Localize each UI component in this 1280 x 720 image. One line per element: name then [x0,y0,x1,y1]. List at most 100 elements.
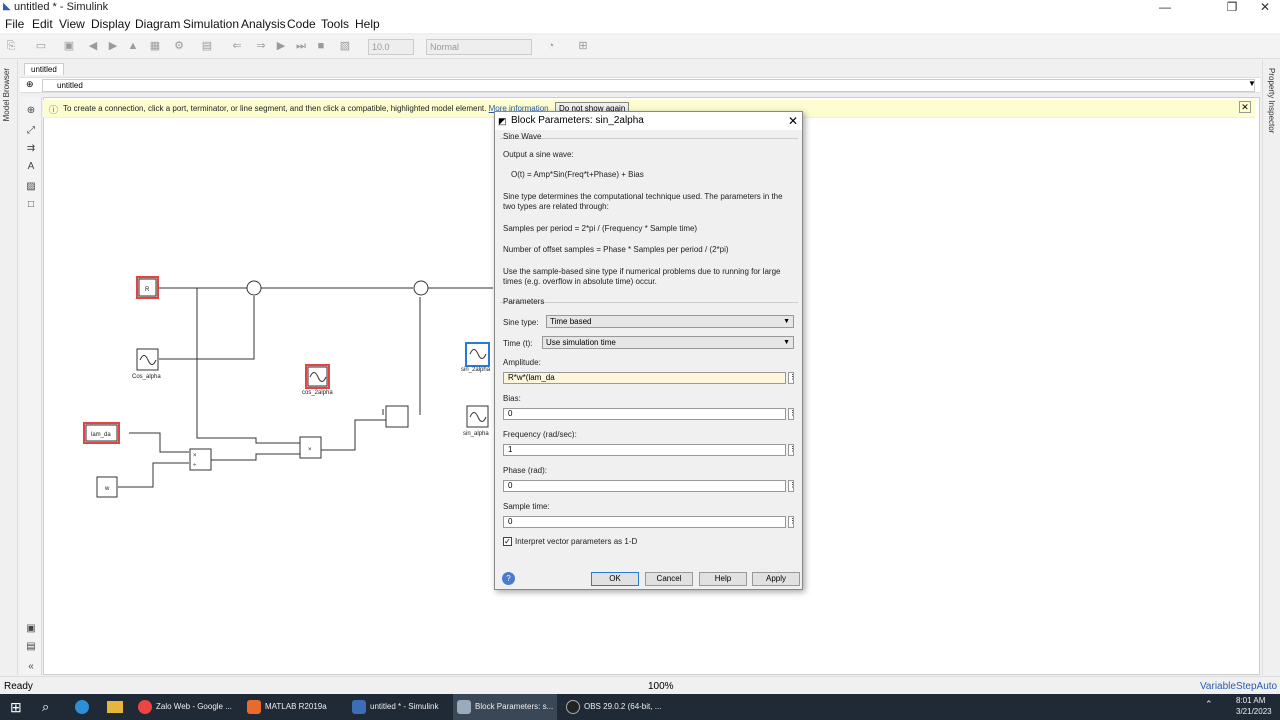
model-explorer-icon[interactable]: ▤ [200,40,214,53]
block-type-label: Sine Wave [503,132,542,141]
scope-icon[interactable]: ▧ [338,40,352,53]
ok-button[interactable]: OK [591,572,639,586]
library-browser-icon[interactable]: ▦ [148,40,162,53]
back-icon[interactable]: ◀ [86,40,100,53]
simulation-mode-select[interactable]: Normal [426,39,532,55]
new-model-icon[interactable]: ⎘ [4,40,18,53]
stop-icon[interactable]: ■ [314,40,328,53]
property-inspector-strip[interactable]: Property Inspector [1262,60,1280,675]
system-tray-icon[interactable]: ⌃ [1205,699,1213,710]
close-banner-button[interactable]: ✕ [1239,101,1251,113]
info-icon: ⓘ [49,105,59,115]
bias-input[interactable]: 0 [503,408,786,420]
forward-icon[interactable]: ▶ [106,40,120,53]
edge-browser-icon[interactable] [75,700,89,714]
taskbar-item-matlab[interactable]: MATLAB R2019a [243,694,343,720]
sample-time-input[interactable]: 0 [503,516,786,528]
phase-options-button[interactable]: ⋮ [788,480,796,492]
menu-simulation[interactable]: Simulation [183,17,239,31]
help-question-icon[interactable]: ? [502,572,515,585]
sine-type-select[interactable]: Time based ▼ [546,315,794,328]
sum-block-2[interactable] [413,280,429,296]
phase-label: Phase (rad): [503,466,548,475]
menu-file[interactable]: File [5,17,24,31]
chevron-down-icon[interactable]: ▼ [1248,79,1256,88]
desc-sine-type: Sine type determines the computational t… [503,192,783,211]
taskbar-label-obs: OBS 29.0.2 (64-bit, ... [584,702,662,711]
model-browser-strip[interactable]: Model Browser [0,60,18,675]
grid-icon[interactable]: ⊞ [576,40,590,53]
bias-label: Bias: [503,394,521,403]
clock-date: 3/21/2023 [1236,707,1272,716]
parameters-header: Parameters [503,297,545,306]
folder-icon[interactable]: ▤ [25,641,37,652]
taskbar-item-obs[interactable]: OBS 29.0.2 (64-bit, ... [562,694,666,720]
step-forward-icon[interactable]: ⏭ [294,40,308,53]
desc-samples-per-period: Samples per period = 2*pi / (Frequency *… [503,224,698,233]
menu-help[interactable]: Help [355,17,380,31]
image-icon[interactable]: ▨ [25,181,37,192]
close-window-button[interactable]: ✕ [1245,0,1280,14]
menu-analysis[interactable]: Analysis [241,17,286,31]
menu-tools[interactable]: Tools [321,17,349,31]
block-parameters-dialog: ◩ Block Parameters: sin_2alpha ✕ Sine Wa… [494,111,803,590]
menu-view[interactable]: View [59,17,85,31]
save-icon[interactable]: ▣ [62,40,76,53]
frequency-options-button[interactable]: ⋮ [788,444,796,456]
up-icon[interactable]: ▲ [126,40,140,53]
canvas-palette: ⊕ ⤢ ⇉ A ▨ □ ▣ ▤ « [20,97,42,675]
run-icon[interactable]: ▶ [274,40,288,53]
model-path-field[interactable]: untitled [42,79,1255,92]
close-dialog-button[interactable]: ✕ [788,112,798,130]
amplitude-options-button[interactable]: ⋮ [788,372,796,384]
stop-time-input[interactable]: 10.0 [368,39,414,55]
window-titlebar: ◣ untitled * - Simulink — ❐ ✕ [0,0,1280,15]
menu-code[interactable]: Code [287,17,316,31]
cancel-button[interactable]: Cancel [645,572,693,586]
annotation-icon[interactable]: A [25,161,37,172]
step-back-icon[interactable]: ⇐ [230,40,244,53]
solver-link[interactable]: VariableStepAuto [1200,681,1277,692]
dialog-title: Block Parameters: sin_2alpha [511,115,644,126]
bias-options-button[interactable]: ⋮ [788,408,796,420]
tab-untitled[interactable]: untitled [24,63,64,75]
sin-2alpha-label: sin_2alpha [461,367,491,373]
desc-formula: O(t) = Amp*Sin(Freq*t+Phase) + Bias [511,170,644,179]
menu-edit[interactable]: Edit [32,17,53,31]
hide-browser-icon[interactable]: ⊕ [26,79,34,90]
frequency-input[interactable]: 1 [503,444,786,456]
apply-button[interactable]: Apply [752,572,800,586]
add-block[interactable] [385,405,409,428]
screenshot-icon[interactable]: ▣ [25,623,37,634]
taskbar-item-zalo[interactable]: Zalo Web - Google ... [134,694,238,720]
info-message: To create a connection, click a port, te… [63,104,549,113]
help-button[interactable]: Help [699,572,747,586]
area-icon[interactable]: □ [25,199,37,210]
taskbar-item-block-parameters[interactable]: Block Parameters: s... [453,694,557,720]
sample-time-options-button[interactable]: ⋮ [788,516,796,528]
chevron-down-icon: ▼ [783,318,790,325]
fit-view-icon[interactable]: ⤢ [25,125,37,136]
sum-block-1[interactable] [246,280,262,296]
collapse-icon[interactable]: « [25,661,37,672]
taskbar-item-simulink[interactable]: untitled * - Simulink [348,694,448,720]
open-icon[interactable]: ▭ [34,40,48,53]
zoom-icon[interactable]: ⊕ [25,105,37,116]
menu-diagram[interactable]: Diagram [135,17,180,31]
settings-gear-icon[interactable]: ⚙ [172,40,186,53]
arrow-icon[interactable]: ⇉ [25,143,37,154]
performance-advisor-icon[interactable]: ◔ [544,40,558,53]
windows-start-icon[interactable]: ⊞ [10,699,22,716]
clock-time: 8:01 AM [1236,696,1266,705]
property-inspector-label: Property Inspector [1267,68,1276,134]
menu-display[interactable]: Display [91,17,130,31]
file-explorer-icon[interactable] [107,701,123,713]
phase-input[interactable]: 0 [503,480,786,492]
search-icon[interactable]: ⌕ [42,699,49,715]
time-select[interactable]: Use simulation time ▼ [542,336,794,349]
amplitude-input[interactable]: R*w*(lam_da [503,372,786,384]
minimize-button[interactable]: — [1145,0,1185,14]
interpret-vector-checkbox[interactable]: ✓ [503,537,512,546]
step-icon[interactable]: ⇒ [254,40,268,53]
chrome-icon [138,700,152,714]
